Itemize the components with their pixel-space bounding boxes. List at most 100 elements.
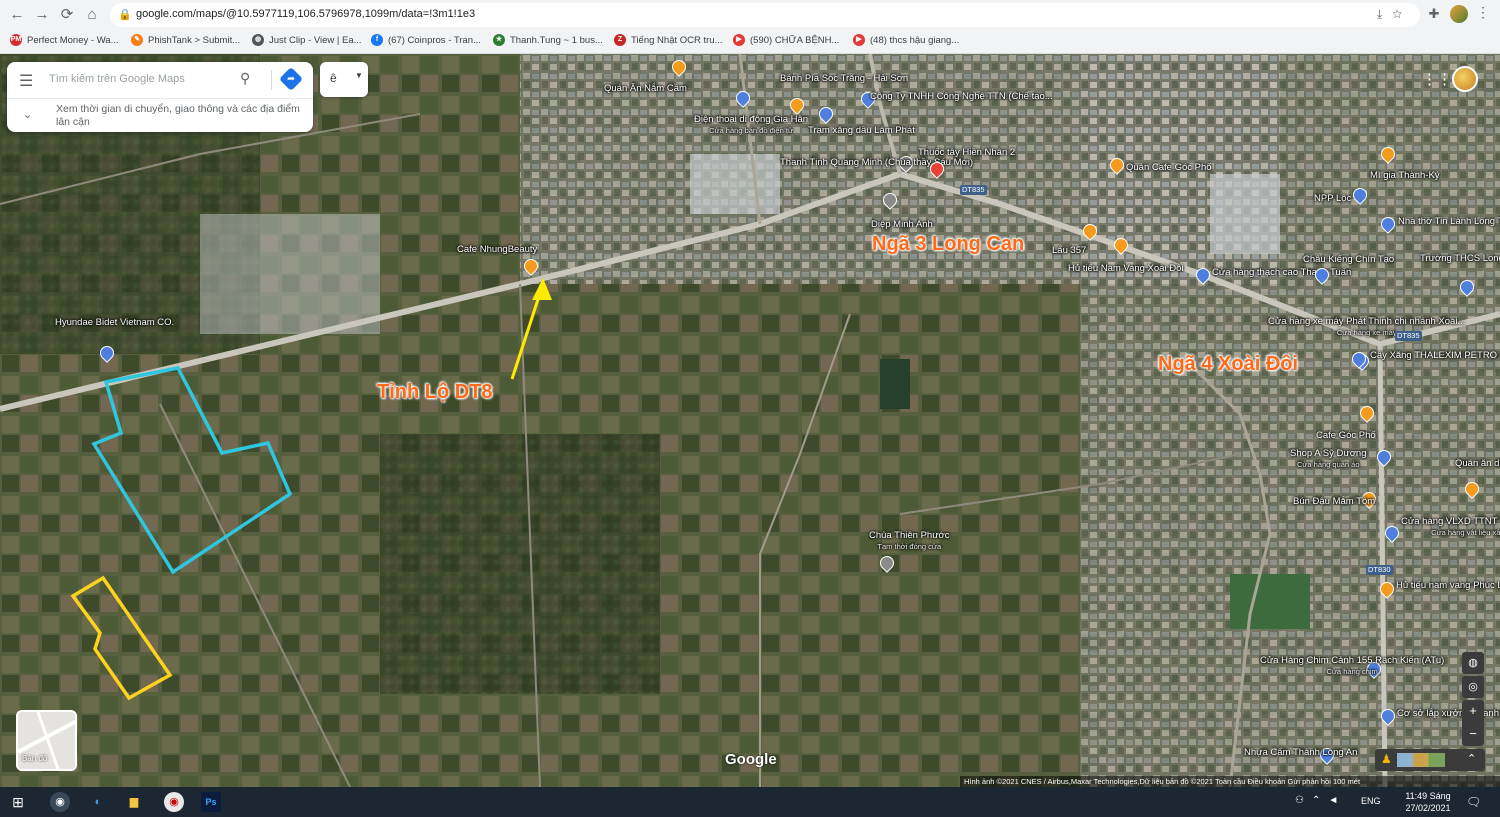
bookmark-item[interactable]: ◍ Just Clip - View | Ea... [252, 33, 362, 49]
place-label[interactable]: Chùa Thiên Phước Tạm thời đóng cửa [869, 530, 950, 552]
browser-toolbar: ← → ⟳ ⌂ 🔒 google.com/maps/@10.5977119,10… [0, 0, 1500, 30]
directions-icon[interactable]: ➦ [278, 66, 304, 92]
home-icon[interactable]: ⌂ [81, 4, 103, 26]
place-label[interactable]: Công Ty TNHH Công Nghệ TTN (Chế tạo... [870, 91, 1053, 102]
place-label[interactable]: Nhựa Cẩm Thành Long An [1244, 747, 1357, 758]
place-label[interactable]: Cửa hàng xe máy Phát Thịnh chi nhánh Xoà… [1268, 316, 1465, 338]
satellite-map[interactable]: Quán Ăn Nắm Cầm Bánh Pía Sóc Trăng - Hải … [0, 54, 1500, 787]
place-label[interactable]: Cơ sở lắp xưởng Thanh Tuyền [1397, 708, 1500, 719]
search-icon[interactable]: ⚲ [240, 70, 250, 87]
zoom-in-button[interactable]: + [1462, 700, 1484, 723]
place-label[interactable]: Điện thoại di động Gia Hân Cửa hàng bán đ… [694, 114, 808, 136]
explore-hint: Xem thời gian di chuyển, giao thông và c… [56, 103, 300, 128]
place-label[interactable]: Quán Cafe Góc Phố [1126, 162, 1212, 173]
extensions-icon[interactable]: ✚ [1424, 4, 1444, 24]
place-label[interactable]: Trạm xăng dầu Lâm Phát [808, 125, 915, 136]
road-annotation: Tỉnh Lộ DT8 [377, 381, 493, 403]
photoshop-icon[interactable]: Ps [201, 792, 221, 812]
place-name: Quán ăn dinh Sơn [1455, 458, 1500, 469]
clock-time: 11:49 Sáng [1405, 791, 1451, 801]
place-name: Cửa Hàng Chim Cảnh 155 Rạch Kiến (ATu) [1260, 655, 1445, 666]
lock-icon: 🔒 [118, 9, 132, 21]
imagery-thumbnails[interactable] [1397, 753, 1445, 767]
place-label[interactable]: Cây Xăng THALEXIM PETRO - cn Huỳnh... [1370, 350, 1500, 361]
place-label[interactable]: Shop A Sỹ Dương Cửa hàng quần áo [1290, 448, 1367, 470]
bookmark-star-icon[interactable]: ☆ [1392, 7, 1412, 21]
place-label[interactable]: Mì gia Thành-Ký [1370, 170, 1440, 181]
chrome-icon[interactable]: ◉ [50, 792, 70, 812]
place-label[interactable]: Nhà thờ Tin Lành Long Trạch [1398, 216, 1500, 227]
chevron-down-icon[interactable]: ⌄ [23, 108, 32, 121]
place-label[interactable]: NPP Lộc [1314, 193, 1351, 204]
edge-icon[interactable]: ◐ [88, 792, 108, 812]
place-name: Nhựa Cẩm Thành Long An [1244, 747, 1358, 758]
profile-avatar[interactable] [1450, 5, 1468, 23]
place-label[interactable]: Hủ tiếu Nam Vang Xoài Đôi [1068, 263, 1183, 274]
bookmark-label: Perfect Money - Wa... [27, 35, 119, 46]
language-indicator[interactable]: ENG [1361, 796, 1381, 806]
map-attribution: Hình ảnh ©2021 CNES / Airbus,Maxar Techn… [960, 776, 1500, 787]
place-name: Lẩu 357 [1052, 245, 1087, 256]
bookmark-item[interactable]: Z Tiếng Nhật OCR tru... [614, 33, 723, 49]
place-label[interactable]: Hủ tiếu nam vang Phúc Lâm [1396, 580, 1500, 591]
bookmark-item[interactable]: ★ Thanh.Tung ~ 1 bus... [493, 33, 603, 49]
place-name: Châu Kiếng Chín Tạo [1303, 254, 1395, 265]
globe-icon[interactable]: ◍ [1462, 652, 1484, 674]
place-label[interactable]: Cafe Góc Phố [1316, 430, 1376, 441]
install-icon[interactable]: ⤓ [1377, 7, 1392, 21]
place-label[interactable]: Cafe NhungBeauty [457, 244, 537, 255]
url-text[interactable]: google.com/maps/@10.5977119,106.5796978,… [136, 8, 475, 20]
forward-icon[interactable]: → [31, 4, 53, 26]
place-name: Cửa hàng xe máy Phát Thịnh chi nhánh Xoà… [1268, 316, 1466, 327]
menu-icon[interactable]: ☰ [19, 71, 33, 91]
bookmark-item[interactable]: ▶ (590) CHỮA BỆNH... [733, 33, 839, 49]
globe-icon: ◍ [252, 34, 264, 47]
input-method-selector[interactable]: ê ▼ [320, 62, 368, 97]
place-label[interactable]: Hyundae Bidet Vietnam CO. [55, 317, 174, 328]
search-input[interactable] [49, 69, 234, 89]
place-label[interactable]: Bánh Pía Sóc Trăng - Hải Sơn [780, 73, 908, 84]
bookmark-item[interactable]: ✎ PhishTank > Submit... [131, 33, 240, 49]
menu-dots-icon[interactable]: ⋮ [1476, 4, 1490, 21]
chrome-alt-icon[interactable]: ◉ [164, 792, 184, 812]
explore-nearby-row[interactable]: ⌄ Xem thời gian di chuyển, giao thông và… [7, 98, 313, 132]
place-label[interactable]: Quán Ăn Nắm Cầm [604, 83, 687, 94]
pegman-icon[interactable]: ♟ [1381, 752, 1392, 766]
place-label[interactable]: Lẩu 357 [1052, 245, 1086, 256]
reload-icon[interactable]: ⟳ [56, 4, 78, 26]
street-view-bar[interactable]: ♟ ⌃ [1375, 749, 1485, 771]
windows-start-icon[interactable]: ⊞ [8, 792, 28, 812]
place-name: Quán Cafe Góc Phố [1126, 162, 1212, 173]
expand-icon[interactable]: ⌃ [1467, 752, 1476, 765]
notification-icon[interactable]: 🗨 [1466, 795, 1481, 809]
system-tray-icons[interactable]: ⚇⌃◄ [1295, 795, 1346, 806]
place-name: Cafe NhungBeauty [457, 244, 538, 255]
place-label[interactable]: Quán ăn dinh Sơn [1455, 458, 1500, 469]
omnibox-actions[interactable]: ⤓☆ [1377, 7, 1412, 22]
place-name: Mì gia Thành-Ký [1370, 170, 1440, 181]
place-label[interactable]: Bún Đậu Mắm Tôm [1293, 496, 1375, 507]
place-label[interactable]: Cửa hàng thạch cao Thanh Tuấn [1212, 267, 1351, 278]
place-label[interactable]: Thuốc tây Hiền Nhân 2 [918, 147, 1015, 158]
clock[interactable]: 11:49 Sáng 27/02/2021 [1398, 790, 1458, 814]
address-bar[interactable]: 🔒 google.com/maps/@10.5977119,106.579697… [110, 3, 1420, 27]
windows-taskbar: ⊞ ◉ ◐ ▆ ◉ Ps ⚇⌃◄ ENG 11:49 Sáng 27/02/20… [0, 787, 1500, 817]
place-category: Cửa hàng chim [1326, 667, 1378, 676]
file-explorer-icon[interactable]: ▆ [124, 792, 144, 812]
bookmark-item[interactable]: f (67) Coinpros - Tran... [371, 33, 481, 49]
back-icon[interactable]: ← [6, 4, 28, 26]
place-label[interactable]: Châu Kiếng Chín Tạo [1303, 254, 1394, 265]
place-name: Bún Đậu Mắm Tôm [1293, 496, 1376, 507]
bookmark-item[interactable]: ▶ (48) thcs hậu giang... [853, 33, 959, 49]
bookmarks-bar: PM Perfect Money - Wa... ✎ PhishTank > Subm… [0, 30, 1500, 52]
bookmark-label: (48) thcs hậu giang... [870, 35, 960, 46]
my-location-icon[interactable]: ◎ [1462, 676, 1484, 698]
bookmark-item[interactable]: PM Perfect Money - Wa... [10, 33, 119, 49]
zoom-out-button[interactable]: − [1462, 723, 1484, 746]
account-avatar[interactable] [1452, 66, 1478, 92]
layers-toggle[interactable]: Bản đồ [16, 710, 77, 771]
place-label[interactable]: Cửa Hàng Chim Cảnh 155 Rạch Kiến (ATu) Cử… [1260, 655, 1444, 677]
place-label[interactable]: Diệp Minh Anh [871, 219, 933, 230]
place-label[interactable]: Cửa hàng VLXD TTNT TOÀN PHÁTCửa hàng vật… [1401, 516, 1500, 538]
place-label[interactable]: Trường THCS Long Trạch [1420, 253, 1500, 264]
